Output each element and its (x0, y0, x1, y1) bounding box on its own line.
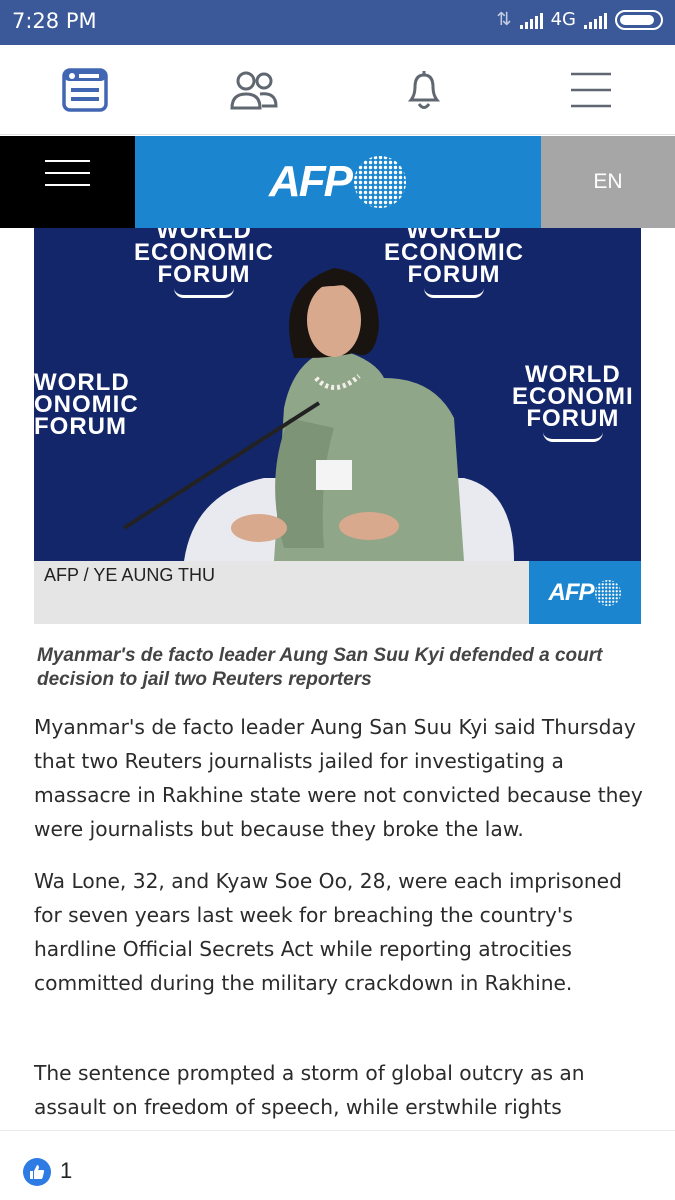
afp-menu-button[interactable] (0, 136, 135, 228)
article-paragraph: Myanmar's de facto leader Aung San Suu K… (34, 715, 643, 841)
afp-credit-logo-text: AFP (548, 578, 595, 606)
afp-logo-bar[interactable]: AFP (135, 136, 541, 228)
photo-caption: Myanmar's de facto leader Aung San Suu K… (37, 645, 603, 690)
photo-credit: AFP / YE AUNG THU (44, 565, 216, 585)
like-count[interactable]: 1 (60, 1158, 72, 1184)
thumbs-up-icon (30, 1165, 45, 1179)
signal-icon (519, 11, 543, 29)
menu-tab[interactable] (563, 65, 619, 115)
speaker-figure (122, 268, 514, 561)
notifications-tab[interactable] (396, 65, 452, 115)
language-switch[interactable]: EN (541, 136, 675, 228)
reactions-bar: 1 (0, 1130, 675, 1200)
article-paragraph: Wa Lone, 32, and Kyaw Soe Oo, 28, were e… (34, 869, 622, 995)
menu-line (45, 160, 90, 162)
menu-line (45, 184, 90, 186)
friends-tab[interactable] (226, 65, 282, 115)
network-type: 4G (550, 9, 576, 30)
friends-icon (230, 71, 278, 110)
signal-icon-secondary (584, 11, 607, 29)
status-time: 7:28 PM (12, 9, 97, 33)
afp-globe-icon (354, 156, 406, 208)
hamburger-menu-icon (571, 72, 611, 108)
status-indicators: ⇅ 4G (496, 9, 663, 30)
battery-icon (615, 9, 663, 30)
photo-credit-bar: AFP / YE AUNG THU AFP (34, 561, 641, 624)
article-photo[interactable]: WORLD ECONOMIC FORUM WORLD ECONOMIC FORU… (34, 228, 641, 561)
news-feed-tab[interactable] (57, 65, 113, 115)
article-content: WORLD ECONOMIC FORUM WORLD ECONOMIC FORU… (0, 228, 675, 1130)
article-paragraph: The sentence prompted a storm of global … (34, 1061, 585, 1119)
status-bar: 7:28 PM ⇅ 4G (0, 0, 675, 45)
like-icon[interactable] (23, 1158, 51, 1186)
afp-credit-logo: AFP (529, 561, 641, 624)
app-nav-bar (0, 45, 675, 135)
afp-site-header: AFP EN (0, 136, 675, 228)
afp-logo-text: AFP (269, 157, 353, 206)
news-feed-icon (62, 68, 108, 112)
afp-globe-icon (594, 579, 621, 606)
bell-icon (407, 71, 441, 109)
data-transfer-icon: ⇅ (496, 9, 512, 30)
menu-line (45, 172, 90, 174)
